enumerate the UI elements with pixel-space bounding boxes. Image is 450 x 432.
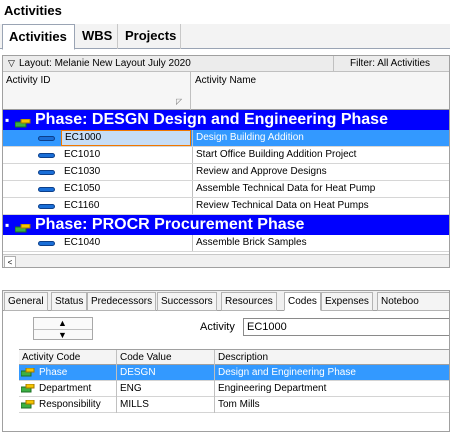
tab-general[interactable]: General <box>4 292 48 311</box>
collapse-icon[interactable]: ▪ <box>5 215 9 235</box>
activity-name-cell[interactable]: Assemble Technical Data for Heat Pump <box>192 181 449 197</box>
code-desc-cell[interactable]: Tom Mills <box>215 397 449 413</box>
main-tab-strip: Activities WBS Projects <box>0 24 450 50</box>
activity-bar-icon <box>38 153 55 158</box>
code-icon <box>21 368 35 377</box>
next-arrow-icon[interactable]: ▼ <box>58 330 67 340</box>
codes-table: Activity Code Code Value Description Pha… <box>19 349 449 431</box>
code-label: Phase <box>39 367 68 378</box>
activity-details-panel: General Status Predecessors Successors R… <box>2 290 450 432</box>
table-row[interactable]: EC1040 Assemble Brick Samples <box>3 235 449 252</box>
layout-dropdown-icon[interactable]: ▽ <box>8 56 15 71</box>
activity-bar-icon <box>38 136 55 141</box>
activity-id-cell[interactable]: EC1040 <box>61 235 191 251</box>
table-row[interactable]: EC1000 Design Building Addition <box>3 130 449 147</box>
col-description[interactable]: Description <box>215 350 449 366</box>
col-activity-name[interactable]: Activity Name <box>190 72 449 110</box>
column-header: Activity ID ◸ Activity Name <box>3 72 449 110</box>
table-row[interactable]: Department ENG Engineering Department <box>19 381 449 397</box>
activity-bar-icon <box>38 204 55 209</box>
code-desc-cell[interactable]: Engineering Department <box>215 381 449 397</box>
collapse-icon[interactable]: ▪ <box>5 110 9 130</box>
phase-band-desgn[interactable]: ▪ Phase: DESGN Design and Engineering Ph… <box>3 110 449 130</box>
activity-name-cell[interactable]: Review Technical Data on Heat Pumps <box>192 198 449 214</box>
activity-label: Activity <box>200 321 235 333</box>
tab-resources[interactable]: Resources <box>221 292 277 311</box>
activity-field[interactable]: EC1000 <box>243 318 449 336</box>
code-icon <box>21 384 35 393</box>
tab-activities[interactable]: Activities <box>2 24 75 50</box>
prev-next-stepper: ▲ ▼ <box>33 317 93 340</box>
activity-name-cell[interactable]: Start Office Building Addition Project <box>192 147 449 163</box>
tab-status[interactable]: Status <box>51 292 88 311</box>
code-icon <box>21 400 35 409</box>
activity-name-cell[interactable]: Assemble Brick Samples <box>192 235 449 251</box>
layout-bar: ▽ Layout: Melanie New Layout July 2020 F… <box>3 56 449 72</box>
code-value-cell[interactable]: DESGN <box>117 365 215 381</box>
activity-bar-icon <box>38 187 55 192</box>
phase-label: Phase: PROCR Procurement Phase <box>35 216 305 233</box>
codes-header-row: Activity Code Code Value Description <box>19 349 449 366</box>
detail-tab-strip: General Status Predecessors Successors R… <box>3 291 449 311</box>
table-row[interactable]: EC1050 Assemble Technical Data for Heat … <box>3 181 449 198</box>
layout-label[interactable]: Layout: Melanie New Layout July 2020 <box>19 56 191 71</box>
tab-wbs[interactable]: WBS <box>76 24 118 49</box>
activity-bar-icon <box>38 241 55 246</box>
phase-icon <box>14 115 31 128</box>
phase-band-procr[interactable]: ▪ Phase: PROCR Procurement Phase <box>3 215 449 235</box>
code-cell[interactable]: Phase <box>19 365 117 381</box>
sort-icon[interactable]: ◸ <box>176 97 182 106</box>
phase-label: Phase: DESGN Design and Engineering Phas… <box>35 111 388 128</box>
activity-id-cell[interactable]: EC1050 <box>61 181 191 197</box>
table-row[interactable]: EC1010 Start Office Building Addition Pr… <box>3 147 449 164</box>
tab-expenses[interactable]: Expenses <box>321 292 373 311</box>
code-label: Responsibility <box>39 399 101 410</box>
col-activity-code[interactable]: Activity Code <box>19 350 117 366</box>
tab-successors[interactable]: Successors <box>157 292 217 311</box>
activity-name-cell[interactable]: Design Building Addition <box>192 130 449 146</box>
phase-icon <box>14 220 31 233</box>
col-code-value[interactable]: Code Value <box>117 350 215 366</box>
tab-predecessors[interactable]: Predecessors <box>87 292 157 311</box>
activity-id-cell[interactable]: EC1000 <box>61 130 191 146</box>
table-row[interactable]: Responsibility MILLS Tom Mills <box>19 397 449 413</box>
activity-id-cell[interactable]: EC1030 <box>61 164 191 180</box>
horizontal-scrollbar[interactable]: < <box>3 254 449 267</box>
code-cell[interactable]: Responsibility <box>19 397 117 413</box>
activity-name-cell[interactable]: Review and Approve Designs <box>192 164 449 180</box>
table-row[interactable]: EC1030 Review and Approve Designs <box>3 164 449 181</box>
activity-id-cell[interactable]: EC1010 <box>61 147 191 163</box>
tab-projects[interactable]: Projects <box>119 24 181 49</box>
col-activity-id[interactable]: Activity ID <box>6 75 50 86</box>
activity-grid: ▽ Layout: Melanie New Layout July 2020 F… <box>2 55 450 268</box>
scroll-left-icon[interactable]: < <box>4 256 16 267</box>
tab-notebook[interactable]: Noteboo <box>377 292 449 311</box>
prev-arrow-icon[interactable]: ▲ <box>58 318 67 328</box>
activity-bar-icon <box>38 170 55 175</box>
tab-codes[interactable]: Codes <box>284 292 321 311</box>
table-row[interactable]: Phase DESGN Design and Engineering Phase <box>19 365 449 381</box>
code-cell[interactable]: Department <box>19 381 117 397</box>
code-value-cell[interactable]: ENG <box>117 381 215 397</box>
activity-id-cell[interactable]: EC1160 <box>61 198 191 214</box>
panel-title: Activities <box>4 3 62 18</box>
table-row[interactable]: EC1160 Review Technical Data on Heat Pum… <box>3 198 449 215</box>
filter-label[interactable]: Filter: All Activities <box>333 56 449 71</box>
code-desc-cell[interactable]: Design and Engineering Phase <box>215 365 449 381</box>
code-value-cell[interactable]: MILLS <box>117 397 215 413</box>
code-label: Department <box>39 383 92 394</box>
